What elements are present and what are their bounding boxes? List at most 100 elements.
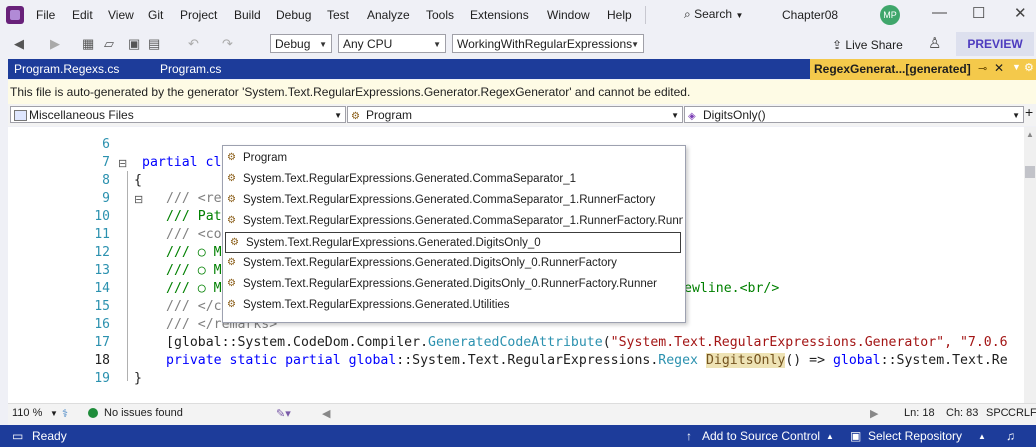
close-icon[interactable]: ✕ <box>1014 4 1027 22</box>
search-label: Search <box>694 7 733 21</box>
line-number: 15 <box>94 299 110 314</box>
menu-git[interactable]: Git <box>148 8 163 22</box>
code-token: global <box>348 353 397 368</box>
startup-project-select[interactable]: WorkingWithRegularExpressions ▼ <box>452 34 644 53</box>
code-line-15: /// </co <box>166 299 230 314</box>
code-line-13: /// ○ M <box>166 263 222 278</box>
line-number: 14 <box>94 281 110 296</box>
code-token: () => <box>785 353 833 368</box>
menu-tools[interactable]: Tools <box>426 8 454 22</box>
column-indicator[interactable]: Ch: 83 <box>946 407 978 419</box>
dropdown-item-selected[interactable]: ⚙ System.Text.RegularExpressions.Generate… <box>225 232 681 253</box>
project-nav-select[interactable]: Miscellaneous Files ▼ <box>10 106 346 123</box>
tab-program[interactable]: Program.cs <box>160 62 221 76</box>
chevron-down-icon[interactable]: ▼ <box>50 409 58 418</box>
platform-select[interactable]: Any CPU ▼ <box>338 34 446 53</box>
member-nav-select[interactable]: ◈ DigitsOnly() ▼ <box>684 106 1024 123</box>
scroll-right-icon[interactable]: ▶ <box>870 407 878 420</box>
line-number: 7 <box>102 155 110 170</box>
minimize-icon[interactable]: — <box>932 4 947 21</box>
menu-test[interactable]: Test <box>327 8 349 22</box>
save-icon[interactable]: ▣ <box>128 36 140 52</box>
feedback-icon[interactable]: ♙ <box>928 34 941 52</box>
dropdown-item-label: System.Text.RegularExpressions.Generated… <box>243 215 683 227</box>
add-to-source-control-button[interactable]: Add to Source Control <box>702 429 820 443</box>
code-line-14-tail: ewline.<br/> <box>684 281 780 296</box>
code-line-17: [global::System.CodeDom.Compiler.Generat… <box>166 335 1008 350</box>
menu-view[interactable]: View <box>108 8 134 22</box>
dropdown-item[interactable]: ⚙ System.Text.RegularExpressions.Generate… <box>223 274 683 295</box>
class-icon: ⚙ <box>227 257 236 268</box>
scroll-left-icon[interactable]: ◀ <box>322 407 330 420</box>
scrollbar-thumb[interactable] <box>1025 166 1035 178</box>
gear-icon[interactable]: ⚙ <box>1024 61 1034 74</box>
menu-edit[interactable]: Edit <box>72 8 93 22</box>
startup-project-value: WorkingWithRegularExpressions <box>457 37 633 51</box>
code-token: ::System.Text.RegularExpressions. <box>396 353 659 368</box>
class-icon: ⚙ <box>227 215 236 226</box>
menu-analyze[interactable]: Analyze <box>367 8 410 22</box>
whitespace-indicator[interactable]: SPC <box>986 407 1009 419</box>
class-icon: ⚙ <box>351 111 360 122</box>
horizontal-scrollbar[interactable] <box>334 407 894 419</box>
redo-icon[interactable]: ↷ <box>222 36 233 52</box>
collapse-icon[interactable]: ⊟ <box>134 193 143 206</box>
save-all-icon[interactable]: ▤ <box>148 36 160 52</box>
line-number: 13 <box>94 263 110 278</box>
pin-icon[interactable]: ⊸ <box>978 62 987 75</box>
type-nav-select[interactable]: ⚙ Program ▼ <box>347 106 683 123</box>
tab-close-icon[interactable]: ✕ <box>994 61 1004 75</box>
repository-icon: ▣ <box>850 429 862 443</box>
dropdown-item-label: System.Text.RegularExpressions.Generated… <box>243 257 617 269</box>
line-ending-indicator[interactable]: CRLF <box>1008 407 1036 419</box>
menu-file[interactable]: File <box>36 8 55 22</box>
dropdown-item[interactable]: ⚙ System.Text.RegularExpressions.Generate… <box>223 295 683 316</box>
dropdown-item[interactable]: ⚙ System.Text.RegularExpressions.Generate… <box>223 169 683 190</box>
tab-overflow-icon[interactable]: ▼ <box>1012 62 1021 72</box>
code-token: global <box>832 353 881 368</box>
dropdown-item[interactable]: ⚙ Program <box>223 148 683 169</box>
check-icon <box>88 408 98 418</box>
menu-build[interactable]: Build <box>234 8 261 22</box>
code-line-14: /// ○ M <box>166 281 222 296</box>
avatar[interactable]: MP <box>880 5 900 25</box>
notification-bell-icon[interactable]: ♫ <box>1006 429 1015 443</box>
output-icon[interactable]: ▭ <box>12 429 23 443</box>
preview-button[interactable]: PREVIEW <box>956 32 1034 56</box>
live-share-label: Live Share <box>845 38 903 52</box>
health-icon[interactable]: ⚕ <box>62 407 68 420</box>
menu-debug[interactable]: Debug <box>276 8 311 22</box>
class-icon: ⚙ <box>230 237 239 248</box>
line-number: 11 <box>94 227 110 242</box>
new-project-icon[interactable]: ▦ <box>82 36 94 52</box>
menu-extensions[interactable]: Extensions <box>470 8 529 22</box>
type-dropdown-list[interactable]: ⚙ Program ⚙ System.Text.RegularExpressions… <box>222 145 686 323</box>
back-icon[interactable]: ◀ <box>14 36 24 52</box>
line-indicator[interactable]: Ln: 18 <box>904 407 935 419</box>
tab-program-regexs[interactable]: Program.Regexs.cs <box>14 62 119 76</box>
configuration-select[interactable]: Debug ▼ <box>270 34 332 53</box>
maximize-icon[interactable]: ☐ <box>972 4 985 22</box>
cleanup-icon[interactable]: ✎▾ <box>276 407 291 420</box>
line-number: 17 <box>94 335 110 350</box>
select-repository-button[interactable]: Select Repository <box>868 429 962 443</box>
menu-help[interactable]: Help <box>607 8 632 22</box>
issues-status[interactable]: No issues found <box>104 407 183 419</box>
undo-icon[interactable]: ↶ <box>188 36 199 52</box>
menu-project[interactable]: Project <box>180 8 217 22</box>
scroll-up-icon[interactable]: ▲ <box>1026 130 1034 139</box>
code-line-10: /// Pat <box>166 209 222 224</box>
split-window-icon[interactable]: + <box>1025 104 1033 120</box>
dropdown-item[interactable]: ⚙ System.Text.RegularExpressions.Generate… <box>223 190 683 211</box>
dropdown-item[interactable]: ⚙ System.Text.RegularExpressions.Generate… <box>223 253 683 274</box>
open-file-icon[interactable]: ▱ <box>104 36 114 52</box>
forward-icon[interactable]: ▶ <box>50 36 60 52</box>
menu-window[interactable]: Window <box>547 8 590 22</box>
zoom-level[interactable]: 110 % <box>12 407 42 419</box>
line-number-current: 18 <box>94 353 110 368</box>
search-button[interactable]: ⌕ Search ▼ <box>684 7 743 22</box>
dropdown-item-label: System.Text.RegularExpressions.Generated… <box>243 194 656 206</box>
collapse-icon[interactable]: ⊟ <box>118 157 127 170</box>
dropdown-item[interactable]: ⚙ System.Text.RegularExpressions.Generate… <box>223 211 683 232</box>
live-share-button[interactable]: ⇪ Live Share <box>832 38 903 52</box>
